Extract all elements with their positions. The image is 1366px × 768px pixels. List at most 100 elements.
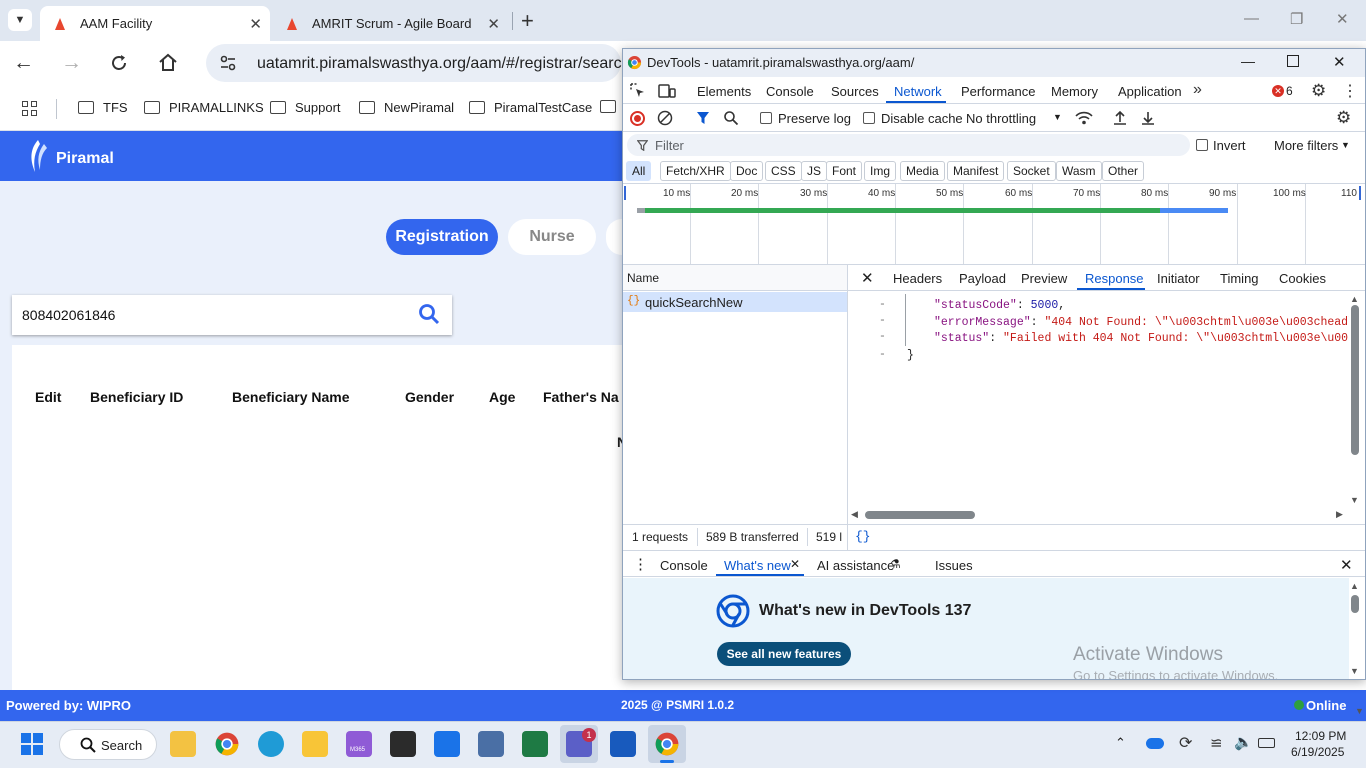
detail-tab-response[interactable]: Response: [1085, 271, 1144, 286]
drawer-tab-ai-assistance[interactable]: AI assistance: [817, 558, 894, 573]
invert-checkbox[interactable]: [1196, 139, 1208, 151]
bookmark-folder-newpiramal[interactable]: NewPiramal: [359, 100, 454, 115]
clock-date[interactable]: 6/19/2025: [1291, 745, 1344, 759]
remote-desktop-icon[interactable]: [478, 731, 504, 757]
devtools-tab-performance[interactable]: Performance: [961, 84, 1035, 99]
volume-icon[interactable]: 🔈: [1234, 733, 1253, 751]
excel-icon[interactable]: [522, 731, 548, 757]
device-toolbar-icon[interactable]: [658, 83, 676, 99]
devtools-maximize-icon[interactable]: [1287, 55, 1299, 67]
network-settings-gear-icon[interactable]: ⚙: [1336, 108, 1351, 128]
type-filter-other[interactable]: Other: [1102, 161, 1145, 181]
restore-icon[interactable]: ❐: [1290, 10, 1303, 28]
bookmark-folder-piramallinks[interactable]: PIRAMALLINKS: [144, 100, 264, 115]
word-icon[interactable]: [610, 731, 636, 757]
show-hidden-icons-chevron-icon[interactable]: ⌃: [1115, 735, 1126, 751]
type-filter-wasm[interactable]: Wasm: [1056, 161, 1102, 181]
apps-grid-icon[interactable]: [22, 101, 38, 117]
type-filter-js[interactable]: JS: [801, 161, 828, 181]
edge-icon[interactable]: [258, 731, 284, 757]
response-viewer[interactable]: - - - - "statusCode": 5000, "errorMessag…: [849, 292, 1349, 507]
devtools-tab-sources[interactable]: Sources: [831, 84, 879, 99]
settings-gear-icon[interactable]: ⚙: [1311, 81, 1326, 101]
tab-aam-facility[interactable]: AAM Facility ✕: [40, 6, 270, 41]
beneficiary-search-box[interactable]: 808402061846: [12, 295, 452, 335]
drawer-menu-kebab-icon[interactable]: ⋮: [633, 555, 648, 573]
timeline-handle-left[interactable]: [624, 186, 626, 200]
clear-icon[interactable]: [657, 110, 673, 126]
scroll-up-arrow-icon[interactable]: ▲: [1350, 294, 1359, 304]
devtools-tab-network[interactable]: Network: [894, 84, 942, 99]
preserve-log-checkbox[interactable]: [760, 112, 772, 124]
drawer-tab-whats-new[interactable]: What's new: [724, 558, 791, 573]
timeline-handle-right[interactable]: [1359, 186, 1361, 200]
battery-icon[interactable]: [1258, 738, 1275, 748]
bookmark-folder-piramaltestcase[interactable]: PiramalTestCase: [469, 100, 592, 115]
drawer-scrollbar[interactable]: [1351, 595, 1359, 613]
forward-arrow-icon[interactable]: →: [61, 51, 82, 75]
export-har-icon[interactable]: [1141, 110, 1155, 126]
onedrive-cloud-icon[interactable]: [1146, 738, 1164, 749]
devtools-close-icon[interactable]: ✕: [1333, 53, 1346, 71]
tab-nurse[interactable]: Nurse: [508, 219, 596, 255]
devtools-minimize-icon[interactable]: —: [1241, 53, 1255, 69]
file-explorer-icon[interactable]: [302, 731, 328, 757]
bookmark-folder-tfs[interactable]: TFS: [78, 100, 128, 115]
dropdown-caret-icon[interactable]: ▼: [1341, 140, 1350, 150]
name-column-header[interactable]: Name: [627, 271, 659, 285]
response-horizontal-scrollbar[interactable]: [865, 511, 975, 519]
see-all-features-button[interactable]: See all new features: [717, 642, 851, 666]
throttling-select[interactable]: No throttling: [966, 111, 1036, 126]
close-detail-icon[interactable]: ✕: [861, 269, 874, 287]
sync-icon[interactable]: ⟳: [1179, 733, 1192, 753]
search-icon[interactable]: [723, 110, 739, 126]
devtools-tab-application[interactable]: Application: [1118, 84, 1182, 99]
response-vertical-scrollbar[interactable]: [1351, 305, 1359, 455]
panel-splitter[interactable]: [847, 265, 848, 550]
dropdown-caret-icon[interactable]: ▼: [1053, 112, 1062, 122]
wifi-icon[interactable]: ≌: [1210, 734, 1223, 752]
tab-amrit-scrum[interactable]: AMRIT Scrum - Agile Board ✕: [272, 6, 508, 41]
type-filter-manifest[interactable]: Manifest: [947, 161, 1005, 181]
devtools-tab-elements[interactable]: Elements: [697, 84, 751, 99]
drawer-tab-issues[interactable]: Issues: [935, 558, 973, 573]
terminal-icon[interactable]: [390, 731, 416, 757]
pretty-print-icon[interactable]: {}: [855, 529, 871, 544]
type-filter-socket[interactable]: Socket: [1007, 161, 1056, 181]
devtools-tab-memory[interactable]: Memory: [1051, 84, 1098, 99]
more-filters-button[interactable]: More filters: [1274, 138, 1338, 153]
detail-tab-headers[interactable]: Headers: [893, 271, 942, 286]
scroll-left-arrow-icon[interactable]: ◀: [851, 509, 858, 520]
devtools-tab-console[interactable]: Console: [766, 84, 814, 99]
bookmark-folder-support[interactable]: Support: [270, 100, 341, 115]
close-window-icon[interactable]: ✕: [1336, 10, 1349, 28]
close-tab-icon[interactable]: ✕: [249, 15, 262, 33]
notepad-icon[interactable]: [434, 731, 460, 757]
close-drawer-tab-icon[interactable]: ✕: [790, 557, 800, 571]
taskbar-search-box[interactable]: Search: [59, 729, 157, 760]
filter-input[interactable]: [627, 134, 1190, 156]
type-filter-img[interactable]: Img: [864, 161, 897, 181]
windows-start-icon[interactable]: [21, 733, 43, 755]
type-filter-media[interactable]: Media: [900, 161, 945, 181]
chrome-taskbar-icon[interactable]: [214, 731, 240, 757]
search-icon[interactable]: [418, 303, 440, 325]
page-scroll-down-icon[interactable]: ▼: [1355, 706, 1364, 716]
import-har-icon[interactable]: [1113, 110, 1127, 126]
network-conditions-wifi-icon[interactable]: [1074, 110, 1094, 126]
close-tab-icon[interactable]: ✕: [487, 15, 500, 33]
type-filter-fetch-xhr[interactable]: Fetch/XHR: [660, 161, 731, 181]
tab-search-button[interactable]: ▼: [8, 9, 32, 31]
inspect-element-icon[interactable]: [630, 83, 646, 99]
tab-registration[interactable]: Registration: [386, 219, 498, 255]
detail-tab-cookies[interactable]: Cookies: [1279, 271, 1326, 286]
type-filter-doc[interactable]: Doc: [730, 161, 764, 181]
search-input[interactable]: 808402061846: [22, 307, 115, 323]
type-filter-css[interactable]: CSS: [765, 161, 802, 181]
reload-icon[interactable]: [109, 53, 129, 73]
chrome-taskbar-icon[interactable]: [654, 731, 680, 757]
detail-tab-initiator[interactable]: Initiator: [1157, 271, 1200, 286]
new-tab-plus-icon[interactable]: +: [521, 8, 534, 34]
scroll-down-arrow-icon[interactable]: ▼: [1350, 666, 1359, 676]
type-filter-all[interactable]: All: [626, 161, 652, 181]
